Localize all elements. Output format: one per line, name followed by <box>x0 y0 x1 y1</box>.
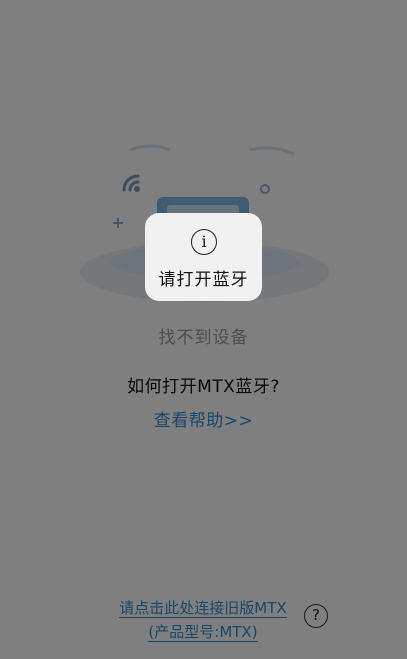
toast-message: 请打开蓝牙 <box>158 270 249 290</box>
info-icon: i <box>191 229 217 255</box>
modal-dim-overlay <box>0 0 407 659</box>
bluetooth-toast: i 请打开蓝牙 <box>145 213 262 301</box>
